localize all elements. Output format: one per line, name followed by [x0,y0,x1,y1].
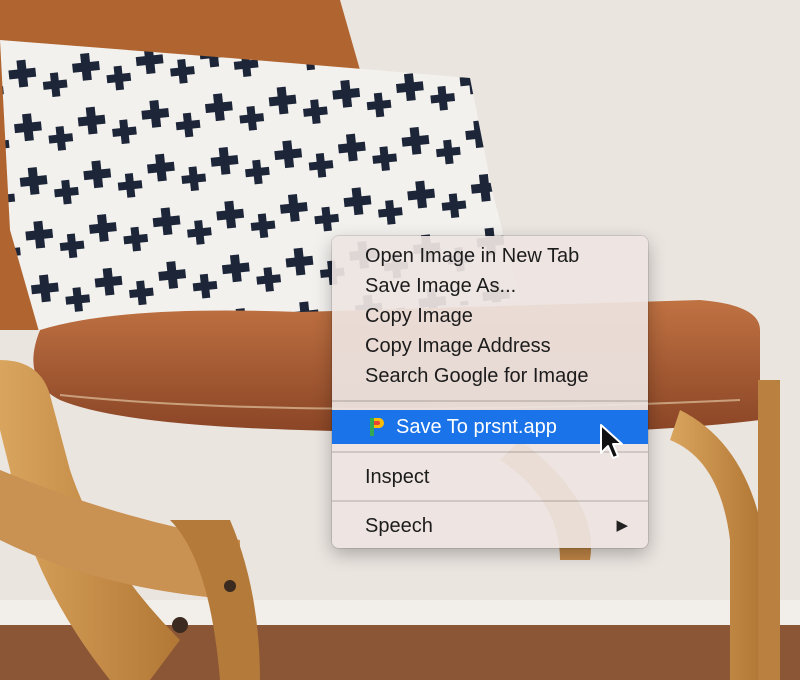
submenu-arrow-icon: ▶ [616,517,628,534]
menu-item-copy-image-address[interactable]: Copy Image Address [332,331,648,361]
menu-item-label: Copy Image Address [365,335,551,357]
menu-item-label: Copy Image [365,305,473,327]
menu-item-speech[interactable]: Speech ▶ [332,511,648,541]
menu-separator [332,400,648,402]
menu-item-label: Speech [365,515,433,537]
menu-item-copy-image[interactable]: Copy Image [332,301,648,331]
menu-item-label: Inspect [365,466,430,488]
menu-item-label: Search Google for Image [365,365,589,387]
menu-separator [332,500,648,502]
prsnt-app-icon [370,418,384,436]
context-menu: Open Image in New Tab Save Image As... C… [332,236,648,548]
menu-item-label: Open Image in New Tab [365,245,580,267]
mouse-pointer-icon [600,424,623,459]
menu-item-label: Save To prsnt.app [396,416,557,438]
menu-item-label: Save Image As... [365,275,517,297]
menu-item-open-image-new-tab[interactable]: Open Image in New Tab [332,241,648,271]
menu-item-search-google-for-image[interactable]: Search Google for Image [332,361,648,391]
menu-item-save-image-as[interactable]: Save Image As... [332,271,648,301]
menu-item-inspect[interactable]: Inspect [332,462,648,492]
